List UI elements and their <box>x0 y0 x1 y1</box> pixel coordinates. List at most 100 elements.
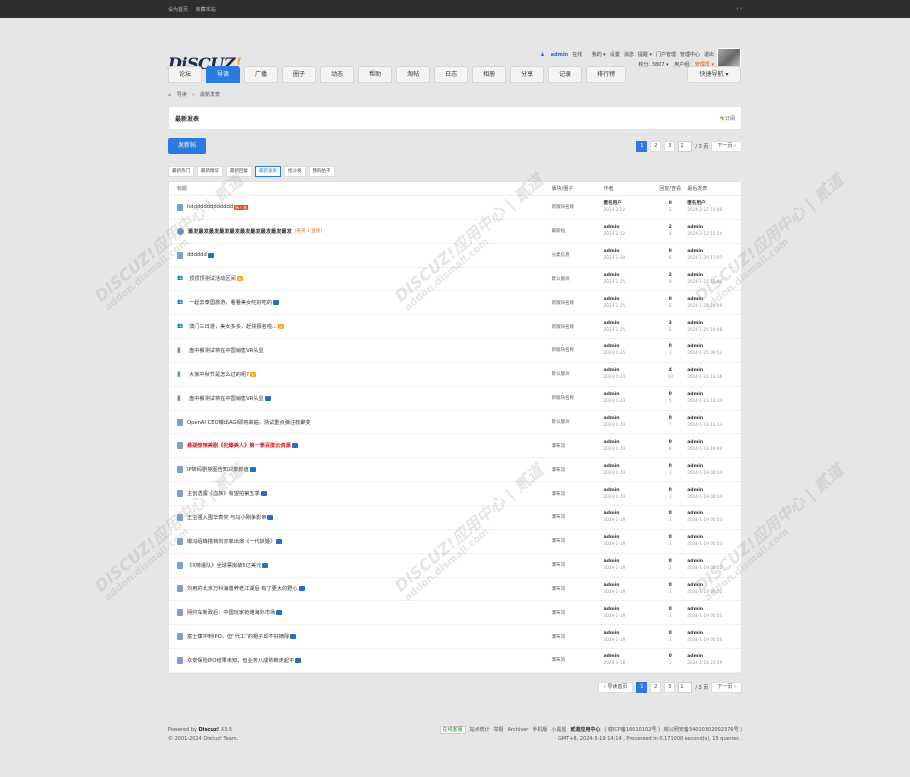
thread-title-link[interactable]: 最发最发最发最发最发最发最发最发最发最发 <box>188 228 292 235</box>
user-link[interactable]: 提醒 ▾ <box>638 52 652 58</box>
thread-title-link[interactable]: 主创透露《血族》有望拍第五季 <box>187 490 260 497</box>
row-last-date[interactable]: 2024-2-12 15:54 <box>687 231 741 237</box>
thread-title-link[interactable]: 一起去泰国旅游，看看美女吃好吃的 <box>189 299 272 306</box>
user-link[interactable]: 门户管理 <box>656 52 676 58</box>
filter-tab[interactable]: 最新发表 <box>255 166 281 177</box>
crumb-guide[interactable]: 导读 <box>177 92 187 98</box>
new-post-button[interactable]: 发新帖 <box>168 138 206 154</box>
username-link[interactable]: ♟ admin <box>536 52 568 58</box>
page-link[interactable]: 3 <box>664 140 676 152</box>
row-forum[interactable]: 瀑布流 <box>552 443 604 449</box>
filter-tab[interactable]: 最新热门 <box>168 166 194 177</box>
user-link[interactable]: 我的 ▾ <box>592 52 606 58</box>
thread-title-link[interactable]: 盘中餐测试将在中国销售VR头显 <box>189 395 264 402</box>
thread-title-link[interactable]: 大家中秋节是怎么过的呢? <box>189 371 249 378</box>
row-last-date[interactable]: 2024-2-22 14:00 <box>687 207 741 213</box>
row-last-date[interactable]: 2024-1-19 00:02 <box>687 565 741 571</box>
page-jump-input[interactable]: 1 <box>678 682 693 694</box>
footer-link[interactable]: 举报 <box>494 727 504 733</box>
thread-title-link[interactable]: 刘用的北京万科海落养老江湖后 有了更大的野心 <box>187 585 298 592</box>
online-service-button[interactable]: 在线客服 <box>439 726 466 734</box>
nav-tab[interactable]: 记录 <box>548 66 583 83</box>
set-home-link[interactable]: 设为首页 <box>168 7 188 13</box>
page-link[interactable]: 1 <box>636 682 648 694</box>
row-forum[interactable]: 新版块名称 <box>552 347 604 353</box>
row-last-date[interactable]: 2024-1-19 00:02 <box>687 589 741 595</box>
next-page-button[interactable]: 下一页 › <box>711 140 742 152</box>
row-forum[interactable]: 瀑布流 <box>552 514 604 520</box>
thread-title-link[interactable]: 富士康冲刺IPO，但“代工”的帽子却不好摘除 <box>187 633 289 640</box>
user-link[interactable]: 设置 <box>610 52 620 58</box>
row-forum[interactable]: 新版块名称 <box>552 395 604 401</box>
row-last-date[interactable]: 2024-1-19 00:03 <box>687 541 741 547</box>
thread-title-link[interactable]: 网约车新政后：中国玩家抢滩海外市场 <box>187 609 275 616</box>
nav-tab[interactable]: 圈子 <box>282 66 317 83</box>
nav-tab[interactable]: 排行榜 <box>586 66 627 83</box>
row-last-date[interactable]: 2024-1-24 13:36 <box>687 374 741 380</box>
police-link[interactable]: 皖公网安备34010302002376号 ) <box>664 727 742 733</box>
user-link[interactable]: 管理中心 <box>680 52 700 58</box>
row-last-date[interactable]: 2024-1-25 10:09 <box>687 303 741 309</box>
thread-title-link[interactable]: IP转码剧授图告知只泰颜值 <box>187 466 249 473</box>
row-forum[interactable]: 瀑布流 <box>552 538 604 544</box>
thread-title-link[interactable]: OpenAI CEO曝出AGI即将来临，测试重点弹注核聚变 <box>187 419 311 426</box>
user-link[interactable]: 消息 <box>624 52 634 58</box>
footer-link[interactable]: Archiver <box>508 727 529 733</box>
filter-tab[interactable]: 最新精华 <box>197 166 223 177</box>
row-forum[interactable]: 新版块名称 <box>552 324 604 330</box>
thread-title-link[interactable]: 王宝强入围华表奖 与马小刚争影帝 <box>187 514 266 521</box>
row-forum[interactable]: 默认版块 <box>552 276 604 282</box>
row-forum[interactable]: 分类信息 <box>552 252 604 258</box>
nav-tab[interactable]: 日志 <box>434 66 469 83</box>
row-last-date[interactable]: 2024-1-30 17:07 <box>687 255 741 261</box>
row-last-date[interactable]: 2024-1-25 10:08 <box>687 327 741 333</box>
footer-link[interactable]: 站点统计 <box>470 727 490 733</box>
thread-title-link[interactable]: 顶顶顶测试活动区间 <box>189 275 236 282</box>
row-forum[interactable]: 新版块名称 <box>552 300 604 306</box>
page-link[interactable]: 2 <box>650 682 662 694</box>
icp-link[interactable]: ( 皖ICP备16010102号 ) <box>604 727 660 733</box>
row-last-date[interactable]: 2024-1-19 19:40 <box>687 446 741 452</box>
row-last-date[interactable]: 2024-1-25 15:48 <box>687 279 741 285</box>
points-menu[interactable]: 积分: 3807 ▾ <box>639 62 669 68</box>
filter-tab[interactable]: 抢沙发 <box>284 166 306 177</box>
toggle-width-icon[interactable]: ‹ › <box>736 6 742 12</box>
page-jump-input[interactable]: 1 <box>678 140 693 152</box>
row-last-date[interactable]: 2024-1-19 00:00 <box>687 637 741 643</box>
row-forum[interactable]: 瀑布流 <box>552 467 604 473</box>
footer-link[interactable]: 手机版 <box>532 727 547 733</box>
back-guide-button[interactable]: ‹ 导读首页 <box>597 682 634 694</box>
thread-title-link[interactable]: 曝冯绍峰搭档刘亦菲出演《一代妖姬》 <box>187 538 275 545</box>
thread-title-link[interactable]: dddddd <box>187 252 207 258</box>
row-forum[interactable]: 瀑布流 <box>552 634 604 640</box>
row-forum[interactable]: 新版块名称 <box>552 204 604 210</box>
nav-tab[interactable]: 相册 <box>472 66 507 83</box>
row-forum[interactable]: 瀑布流 <box>552 610 604 616</box>
row-forum[interactable]: 默认版块 <box>552 419 604 425</box>
nav-tab[interactable]: 导读 <box>206 66 241 83</box>
thread-title-link[interactable]: 众安保险IPO结果未知，但业务八成依赖走起平 <box>187 657 294 664</box>
row-last-date[interactable]: 2024-1-18 23:59 <box>687 660 741 666</box>
nav-tab[interactable]: 帮助 <box>358 66 393 83</box>
page-link[interactable]: 2 <box>650 140 662 152</box>
row-forum[interactable]: 瀑布流 <box>552 586 604 592</box>
footer-link[interactable]: 小黑屋 <box>551 727 566 733</box>
row-last-date[interactable]: 2024-1-19 00:03 <box>687 517 741 523</box>
row-last-date[interactable]: 2024-1-19 00:04 <box>687 470 741 476</box>
user-link[interactable]: 退出 <box>704 52 714 58</box>
row-forum[interactable]: 默认版块 <box>552 371 604 377</box>
bookmark-link[interactable]: 收藏本站 <box>196 7 216 13</box>
row-forum[interactable]: 瀑布流 <box>552 491 604 497</box>
nav-tab[interactable]: 动态 <box>320 66 355 83</box>
row-last-date[interactable]: 2024-1-23 14:34 <box>687 398 741 404</box>
quick-nav-button[interactable]: 快捷导航 ▾ <box>687 66 741 83</box>
brand-link[interactable]: Discuz! <box>199 727 220 733</box>
page-link[interactable]: 1 <box>636 140 648 152</box>
row-last-date[interactable]: 2024-1-19 00:01 <box>687 613 741 619</box>
filter-tab[interactable]: 我的帖子 <box>308 166 335 177</box>
rss-link[interactable]: ◥ 订阅 <box>720 115 735 122</box>
thread-title-link[interactable]: hddddddddddddd <box>187 204 233 210</box>
thread-title-link[interactable]: 盘中餐测试将在中国销售VR头显 <box>189 347 264 354</box>
nav-tab[interactable]: 淘帖 <box>396 66 431 83</box>
thread-title-link[interactable]: 《X特遣队》全球票房破5亿美元 <box>187 562 261 569</box>
